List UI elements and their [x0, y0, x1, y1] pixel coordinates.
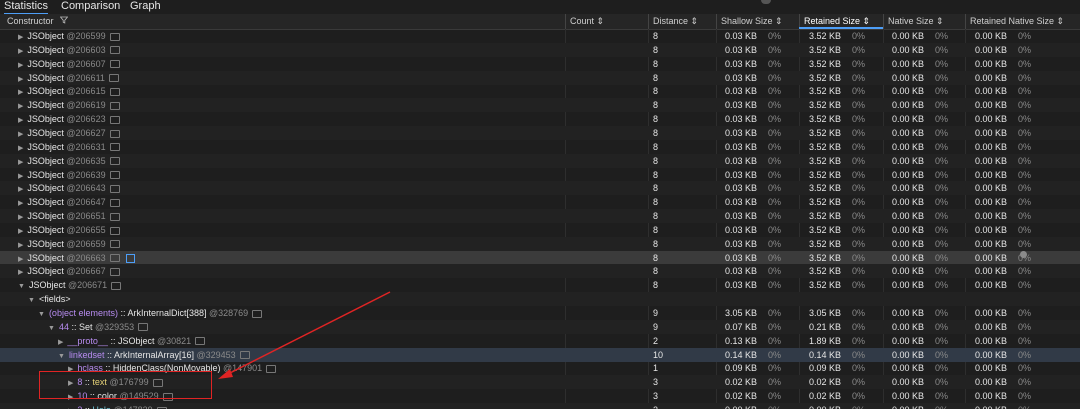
annotation-arrow	[218, 291, 391, 379]
scroll-indicator[interactable]	[1020, 251, 1027, 258]
